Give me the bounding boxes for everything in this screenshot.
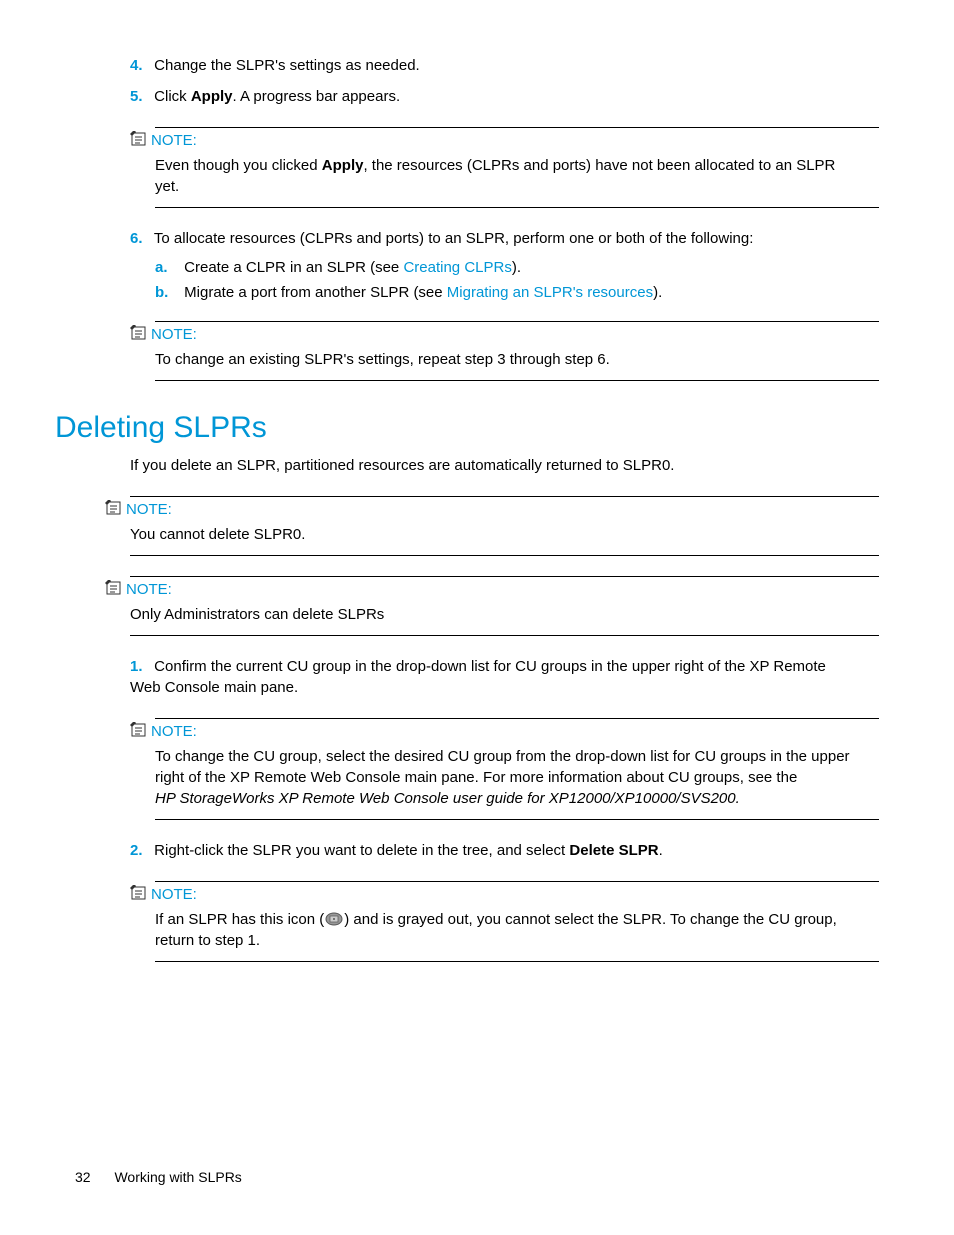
divider bbox=[155, 321, 879, 322]
section-heading: Deleting SLPRs bbox=[55, 411, 854, 445]
sub-step-alpha: b. bbox=[155, 284, 180, 301]
note-icon bbox=[130, 131, 148, 147]
step-5: 5. Click Apply. A progress bar appears. bbox=[130, 86, 854, 107]
note-label: NOTE: bbox=[151, 723, 197, 740]
note-label: NOTE: bbox=[126, 581, 172, 598]
slpr-locked-icon bbox=[324, 910, 344, 928]
note-icon bbox=[105, 580, 123, 596]
sub-step-alpha: a. bbox=[155, 259, 180, 276]
note-header: NOTE: bbox=[130, 722, 854, 740]
note-icon bbox=[130, 325, 148, 341]
page-footer: 32 Working with SLPRs bbox=[75, 1169, 242, 1185]
step-number: 6. bbox=[130, 230, 150, 247]
note-body: Only Administrators can delete SLPRs bbox=[130, 604, 854, 625]
step-text: Right-click the SLPR you want to delete … bbox=[154, 842, 663, 859]
divider bbox=[155, 718, 879, 719]
note-label: NOTE: bbox=[151, 326, 197, 343]
continued-steps-list: 4. Change the SLPR's settings as needed.… bbox=[130, 55, 854, 107]
note-box: NOTE: You cannot delete SLPR0. bbox=[105, 496, 854, 556]
note-icon bbox=[130, 722, 148, 738]
note-header: NOTE: bbox=[130, 131, 854, 149]
note-body: To change an existing SLPR's settings, r… bbox=[155, 349, 854, 370]
reference-title: HP StorageWorks XP Remote Web Console us… bbox=[155, 790, 740, 807]
note-label: NOTE: bbox=[151, 886, 197, 903]
step-number: 1. bbox=[130, 658, 150, 675]
note-body: To change the CU group, select the desir… bbox=[155, 746, 854, 809]
divider bbox=[130, 635, 879, 636]
continued-steps-list: 6. To allocate resources (CLPRs and port… bbox=[130, 228, 854, 301]
note-box: NOTE: Only Administrators can delete SLP… bbox=[105, 576, 854, 636]
step-text: To allocate resources (CLPRs and ports) … bbox=[154, 230, 753, 247]
divider bbox=[130, 576, 879, 577]
divider bbox=[155, 380, 879, 381]
note-label: NOTE: bbox=[151, 132, 197, 149]
note-icon bbox=[130, 885, 148, 901]
step-6: 6. To allocate resources (CLPRs and port… bbox=[130, 228, 854, 301]
delete-step-2: 2. Right-click the SLPR you want to dele… bbox=[130, 840, 854, 861]
step-text: Change the SLPR's settings as needed. bbox=[154, 57, 420, 74]
note-header: NOTE: bbox=[130, 885, 854, 903]
note-header: NOTE: bbox=[105, 500, 854, 518]
note-icon bbox=[105, 500, 123, 516]
delete-steps-list: 1. Confirm the current CU group in the d… bbox=[130, 656, 854, 698]
delete-step-1: 1. Confirm the current CU group in the d… bbox=[130, 656, 854, 698]
section-intro: If you delete an SLPR, partitioned resou… bbox=[130, 455, 854, 476]
note-box: NOTE: To change an existing SLPR's setti… bbox=[130, 321, 854, 381]
step-number: 4. bbox=[130, 57, 150, 74]
link-creating-clprs[interactable]: Creating CLPRs bbox=[403, 259, 511, 276]
document-page: 4. Change the SLPR's settings as needed.… bbox=[0, 0, 954, 1235]
note-box: NOTE: If an SLPR has this icon () and is… bbox=[130, 881, 854, 962]
note-label: NOTE: bbox=[126, 501, 172, 518]
note-box: NOTE: To change the CU group, select the… bbox=[130, 718, 854, 820]
step-number: 5. bbox=[130, 88, 150, 105]
step-text: Confirm the current CU group in the drop… bbox=[130, 658, 826, 696]
divider bbox=[155, 207, 879, 208]
note-body: You cannot delete SLPR0. bbox=[130, 524, 854, 545]
note-body: If an SLPR has this icon () and is graye… bbox=[155, 909, 854, 951]
step-text: Click Apply. A progress bar appears. bbox=[154, 88, 400, 105]
divider bbox=[130, 496, 879, 497]
step-4: 4. Change the SLPR's settings as needed. bbox=[130, 55, 854, 76]
divider bbox=[155, 961, 879, 962]
step-number: 2. bbox=[130, 842, 150, 859]
footer-title: Working with SLPRs bbox=[114, 1169, 241, 1185]
delete-steps-list: 2. Right-click the SLPR you want to dele… bbox=[130, 840, 854, 861]
divider bbox=[155, 881, 879, 882]
sub-step-b: b. Migrate a port from another SLPR (see… bbox=[155, 284, 854, 301]
divider bbox=[130, 555, 879, 556]
sub-step-a: a. Create a CLPR in an SLPR (see Creatin… bbox=[155, 259, 854, 276]
link-migrating-resources[interactable]: Migrating an SLPR's resources bbox=[447, 284, 653, 301]
divider bbox=[155, 819, 879, 820]
sub-steps-list: a. Create a CLPR in an SLPR (see Creatin… bbox=[155, 259, 854, 301]
note-body: Even though you clicked Apply, the resou… bbox=[155, 155, 854, 197]
page-number: 32 bbox=[75, 1169, 91, 1185]
note-header: NOTE: bbox=[130, 325, 854, 343]
divider bbox=[155, 127, 879, 128]
note-header: NOTE: bbox=[105, 580, 854, 598]
note-box: NOTE: Even though you clicked Apply, the… bbox=[130, 127, 854, 208]
